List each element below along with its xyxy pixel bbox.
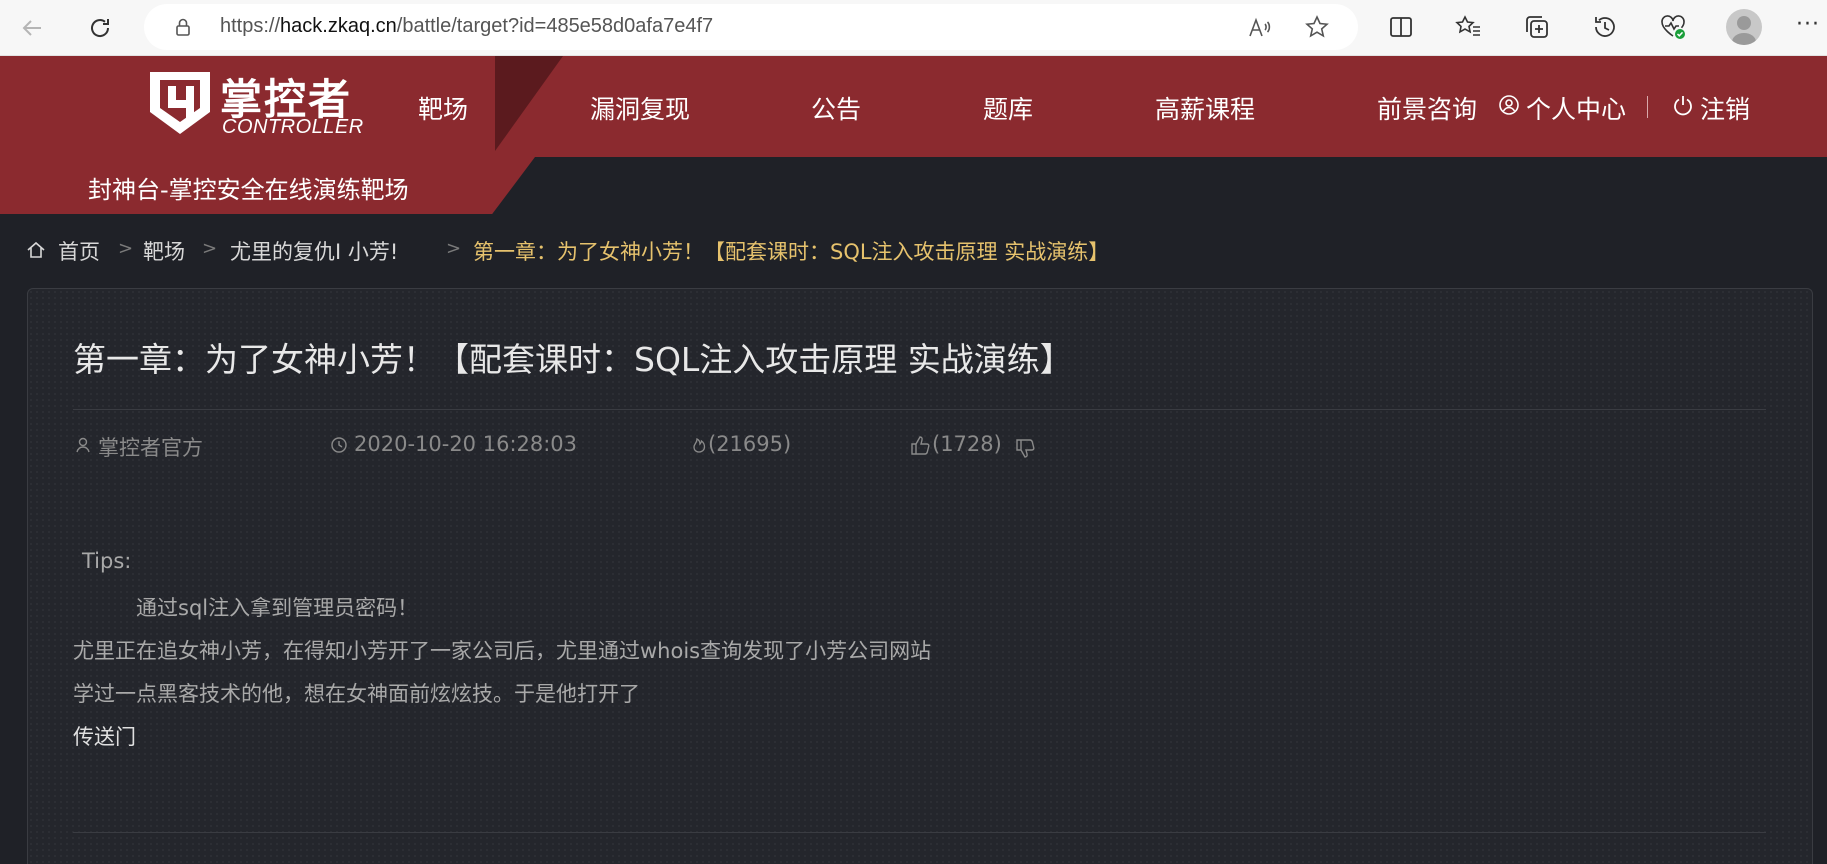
user-center-link[interactable]: 个人中心 [1526, 90, 1626, 126]
breadcrumb-item-series[interactable]: 尤里的复仇Ⅰ 小芳! [230, 236, 398, 266]
nav-item-consulting[interactable]: 前景咨询 [1377, 90, 1477, 126]
content-line: 通过sql注入拿到管理员密码！ [136, 596, 419, 620]
star-icon[interactable] [1304, 14, 1330, 40]
nav-item-courses[interactable]: 高薪课程 [1155, 90, 1255, 126]
content-divider [73, 832, 1766, 833]
nav-separator [1647, 96, 1648, 118]
history-icon[interactable] [1590, 12, 1620, 42]
url-path: /battle/target?id=485e58d0afa7e4f7 [396, 15, 714, 37]
article-datetime: 2020-10-20 16:28:03 [354, 432, 578, 456]
url-scheme: https:// [220, 15, 281, 37]
user-silhouette-icon [1732, 16, 1756, 45]
favorites-icon[interactable] [1454, 12, 1484, 42]
tips-label: Tips: [82, 549, 132, 573]
read-aloud-icon[interactable] [1246, 15, 1272, 41]
profile-avatar[interactable] [1726, 9, 1762, 45]
article-views: (21695) [708, 432, 792, 456]
power-icon [1674, 96, 1692, 116]
title-divider [73, 409, 1766, 410]
logo-shield-icon [150, 72, 210, 134]
lock-icon [176, 18, 190, 36]
site-tagline: 封神台-掌控安全在线演练靶场 [88, 176, 409, 204]
nav-item-range[interactable]: 靶场 [418, 90, 468, 126]
home-icon [27, 241, 45, 258]
logout-link[interactable]: 注销 [1700, 90, 1750, 126]
article-title: 第一章：为了女神小芳！【配套课时：SQL注入攻击原理 实战演练】 [73, 340, 1073, 379]
split-screen-icon[interactable] [1386, 12, 1416, 42]
nav-item-announcements[interactable]: 公告 [811, 90, 861, 126]
browser-toolbar: https://hack.zkaq.cn/battle/target?id=48… [0, 0, 1827, 56]
logo-english-text: CONTROLLER [222, 116, 364, 138]
thumbs-up-icon[interactable] [909, 434, 931, 456]
back-arrow-icon [22, 20, 41, 36]
breadcrumb-chevron-icon: > [446, 238, 462, 259]
url-host: hack.zkaq.cn [280, 15, 397, 37]
back-button[interactable] [14, 10, 50, 46]
author-icon [76, 437, 90, 453]
breadcrumb-home[interactable]: 首页 [58, 236, 100, 266]
more-menu-icon[interactable]: ··· [1796, 12, 1820, 37]
portal-link[interactable]: 传送门 [73, 721, 136, 751]
refresh-button[interactable] [82, 10, 118, 46]
refresh-icon [91, 19, 110, 37]
nav-item-vuln-reproduction[interactable]: 漏洞复现 [590, 90, 690, 126]
breadcrumb-item-range[interactable]: 靶场 [143, 236, 185, 266]
flame-icon [693, 437, 706, 453]
article-likes: (1728) [932, 432, 1002, 456]
url-text[interactable]: https://hack.zkaq.cn/battle/target?id=48… [220, 15, 713, 38]
address-bar[interactable]: https://hack.zkaq.cn/battle/target?id=48… [144, 4, 1358, 50]
user-center-icon [1499, 95, 1519, 115]
breadcrumb-current: 第一章：为了女神小芳！【配套课时：SQL注入攻击原理 实战演练】 [473, 240, 1110, 264]
breadcrumb-chevron-icon: > [118, 238, 134, 259]
content-line: 尤里正在追女神小芳，在得知小芳开了一家公司后，尤里通过whois查询发现了小芳公… [73, 639, 932, 663]
thumbs-down-icon[interactable] [1014, 438, 1036, 460]
article-author: 掌控者官方 [98, 436, 203, 460]
collections-icon[interactable] [1522, 12, 1552, 42]
nav-item-question-bank[interactable]: 题库 [983, 90, 1033, 126]
breadcrumb-chevron-icon: > [202, 238, 218, 259]
browser-essentials-icon[interactable] [1658, 12, 1688, 42]
site-logo[interactable]: 掌控者 CONTROLLER [146, 66, 376, 142]
content-line: 学过一点黑客技术的他，想在女神面前炫炫技。于是他打开了 [73, 682, 640, 706]
clock-icon [331, 437, 347, 453]
